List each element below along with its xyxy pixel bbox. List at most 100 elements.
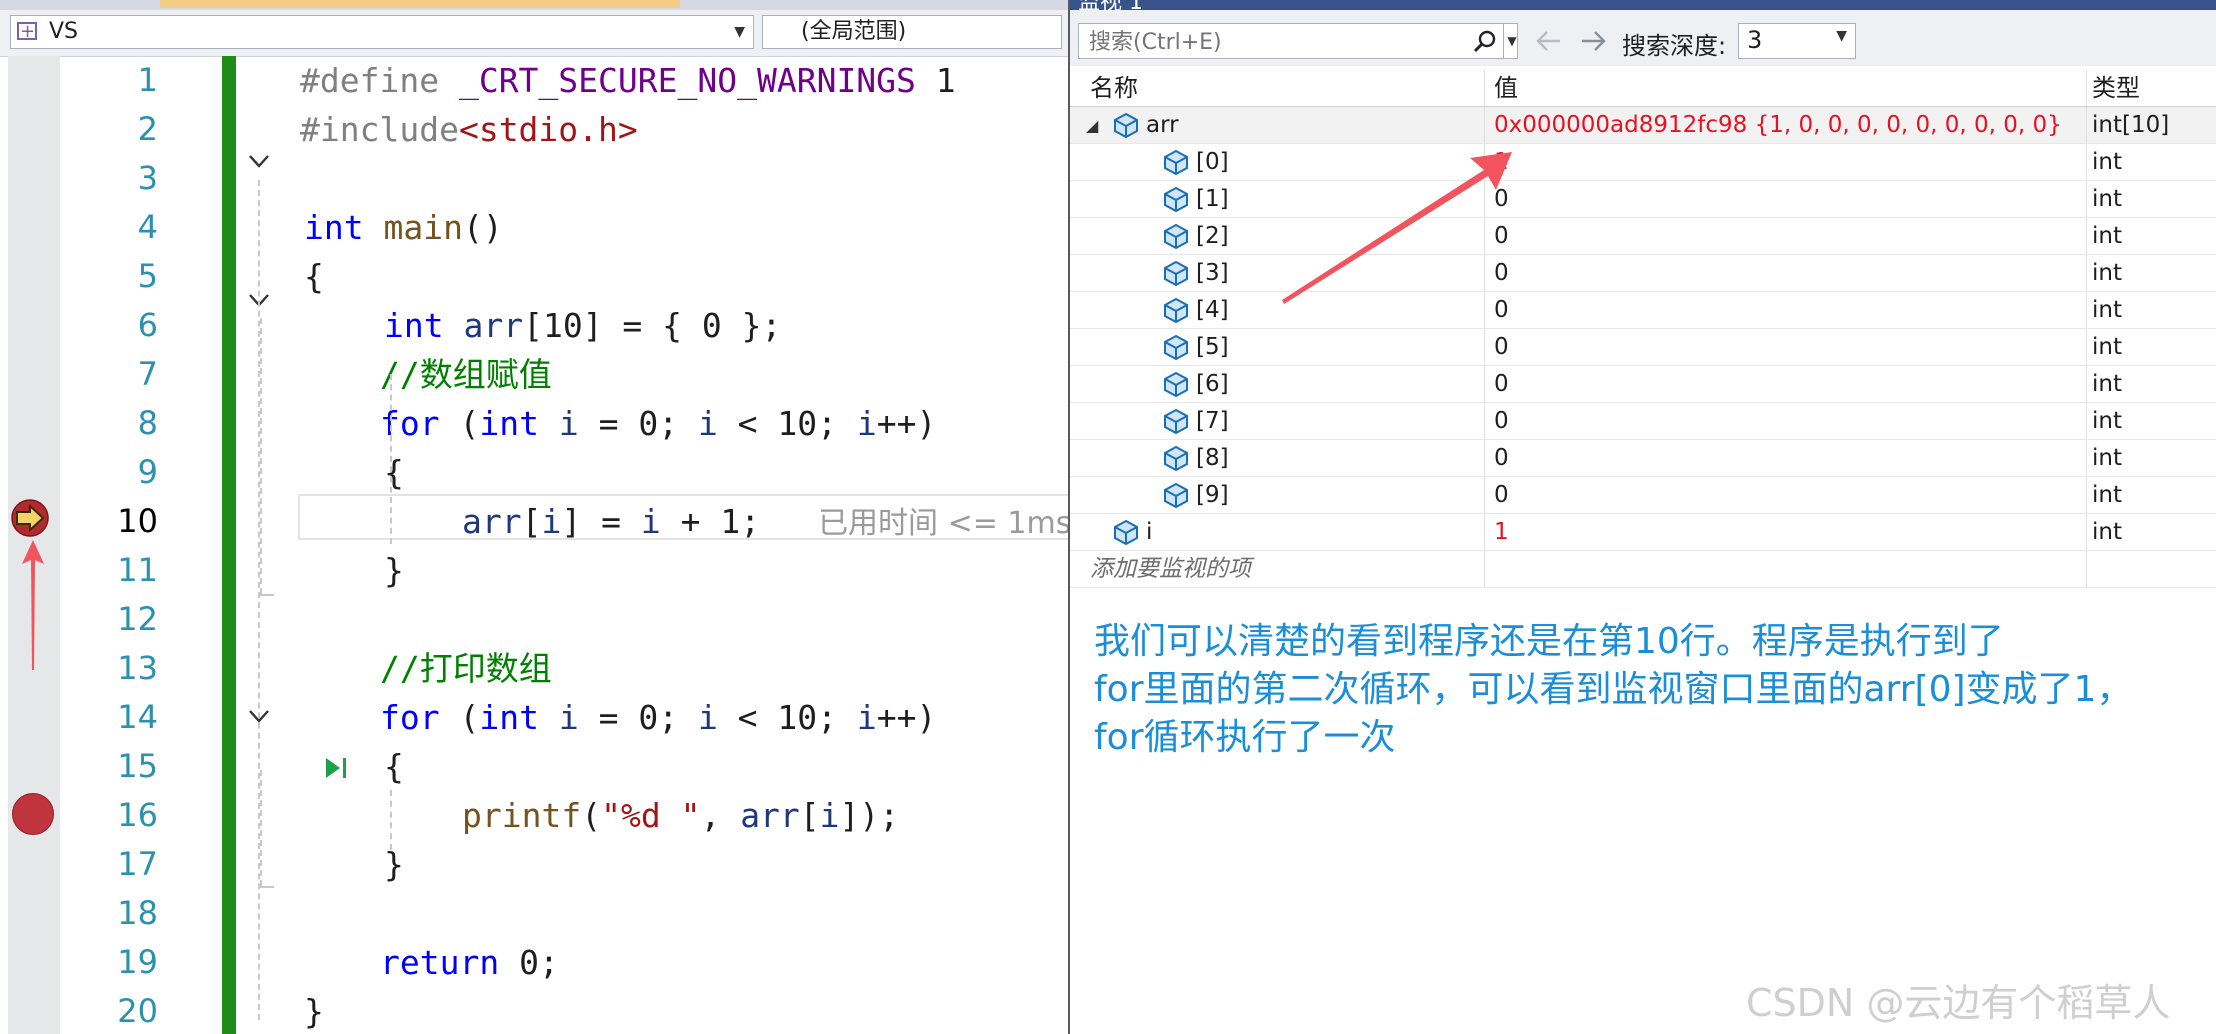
watch-row[interactable]: i 1 int [1070, 514, 2216, 551]
code-token: arr [443, 306, 524, 345]
watch-row-type: int [2092, 186, 2122, 212]
search-icon[interactable] [1473, 30, 1497, 54]
chevron-down-icon: ▼ [1836, 28, 1847, 44]
add-watch-placeholder[interactable]: 添加要监视的项 [1090, 551, 1251, 588]
watch-window: 监视 1 ▼ 搜索深度: 3 ▼ 名称 值 类型 ◢arr0x000000a [1068, 0, 2216, 1034]
code-line[interactable]: } [384, 546, 404, 595]
collapse-triangle-icon[interactable]: ◢ [1086, 107, 1098, 144]
code-line[interactable]: for (int i = 0; i < 10; i++) [380, 693, 936, 742]
column-divider [1484, 440, 1485, 476]
watch-row-value[interactable]: 0 [1494, 292, 2084, 329]
watch-row[interactable]: ◢ arr 0x000000ad8912fc98 {1, 0, 0, 0, 0, 0… [1070, 107, 2216, 144]
code-line[interactable]: //数组赋值 [380, 350, 552, 399]
line-number: 13 [117, 649, 158, 687]
watch-object-icon [1162, 186, 1190, 213]
code-editor: VS ▼ (全局范围) 1234567891011121314151617181… [0, 0, 1068, 1034]
line-number: 17 [117, 845, 158, 883]
column-header-name[interactable]: 名称 [1070, 70, 1504, 107]
code-token: ] = [561, 502, 641, 541]
watch-row-value[interactable]: 0 [1494, 181, 2084, 218]
arrow-left-icon[interactable] [1532, 24, 1566, 58]
search-options-dropdown[interactable]: ▼ [1503, 24, 1520, 58]
fold-toggle-main[interactable] [244, 146, 274, 176]
column-header-type[interactable]: 类型 [2092, 70, 2216, 107]
change-tracking-bar [222, 56, 236, 1034]
code-token: { [384, 453, 404, 492]
code-token: printf [462, 796, 582, 835]
watch-row-value[interactable]: 0 [1494, 329, 2084, 366]
column-divider [2086, 329, 2087, 365]
watch-row[interactable]: [3] 0 int [1070, 255, 2216, 292]
code-token: for [380, 698, 440, 737]
watch-row-value[interactable]: 1 [1494, 514, 2084, 551]
code-line[interactable]: for (int i = 0; i < 10; i++) [380, 399, 936, 448]
watch-row[interactable]: [0] 1 int [1070, 144, 2216, 181]
perf-tip[interactable]: 已用时间 <= 1ms [818, 506, 1068, 541]
column-divider[interactable] [2086, 70, 2087, 106]
add-watch-row[interactable]: 添加要监视的项 [1070, 551, 2216, 588]
column-header-value[interactable]: 值 [1494, 70, 2084, 107]
watch-row[interactable]: [1] 0 int [1070, 181, 2216, 218]
code-line[interactable]: #define _CRT_SECURE_NO_WARNINGS 1 [300, 56, 956, 105]
search-box[interactable]: ▼ [1078, 23, 1518, 59]
column-divider [2086, 403, 2087, 439]
code-line[interactable]: } [384, 840, 404, 889]
column-divider [2086, 292, 2087, 328]
scope-dropdown[interactable]: (全局范围) [762, 15, 1062, 49]
code-line[interactable]: printf("%d ", arr[i]); [462, 791, 899, 840]
watch-row-type: int [2092, 149, 2122, 175]
watch-row[interactable]: [8] 0 int [1070, 440, 2216, 477]
watch-row[interactable]: [2] 0 int [1070, 218, 2216, 255]
line-number: 10 [117, 502, 158, 540]
project-dropdown[interactable]: VS ▼ [10, 15, 754, 49]
code-token: { [384, 747, 404, 786]
watch-row[interactable]: [5] 0 int [1070, 329, 2216, 366]
code-line[interactable]: return 0; [380, 938, 559, 987]
code-line[interactable]: #include<stdio.h> [300, 105, 638, 154]
watch-row-type: int [2092, 519, 2122, 545]
watch-row-value[interactable]: 0 [1494, 255, 2084, 292]
search-input[interactable] [1087, 26, 1451, 58]
code-line[interactable]: arr[i] = i + 1; 已用时间 <= 1ms [462, 497, 1068, 546]
watch-row[interactable]: [4] 0 int [1070, 292, 2216, 329]
code-line[interactable]: { [304, 252, 324, 301]
watch-row-value[interactable]: 1 [1494, 144, 2084, 181]
code-token: int [479, 404, 539, 443]
code-token: } [384, 551, 404, 590]
watch-row[interactable]: [6] 0 int [1070, 366, 2216, 403]
watch-row[interactable]: [7] 0 int [1070, 403, 2216, 440]
code-line[interactable]: //打印数组 [380, 644, 552, 693]
arrow-right-icon[interactable] [1576, 24, 1610, 58]
indent-guide-2 [390, 790, 392, 850]
code-line[interactable]: { [384, 448, 404, 497]
watch-row[interactable]: [9] 0 int [1070, 477, 2216, 514]
code-line[interactable]: int arr[10] = { 0 }; [384, 301, 781, 350]
watch-row-value[interactable]: 0x000000ad8912fc98 {1, 0, 0, 0, 0, 0, 0,… [1494, 107, 2084, 144]
watch-row-value[interactable]: 0 [1494, 403, 2084, 440]
line-number: 4 [137, 208, 158, 246]
code-token: "%d " [601, 796, 701, 835]
watch-row-type: int [2092, 408, 2122, 434]
column-divider [2086, 477, 2087, 513]
column-divider [2086, 107, 2087, 143]
line-number: 11 [117, 551, 158, 589]
watch-row-value[interactable]: 0 [1494, 218, 2084, 255]
watch-object-icon [1162, 223, 1190, 250]
annotation-text: 我们可以清楚的看到程序还是在第10行。程序是执行到了 for里面的第二次循环，可… [1094, 618, 2194, 762]
watch-row-value[interactable]: 0 [1494, 366, 2084, 403]
code-line[interactable]: } [304, 987, 324, 1034]
watch-row-value[interactable]: 0 [1494, 477, 2084, 514]
code-token: <stdio.h> [458, 110, 638, 149]
line-number: 9 [137, 453, 158, 491]
search-depth-dropdown[interactable]: 3 ▼ [1738, 23, 1856, 59]
run-to-click-icon[interactable] [322, 752, 354, 784]
code-token: _CRT_SECURE_NO_WARNINGS [458, 61, 916, 100]
breakpoint-icon[interactable] [12, 793, 54, 835]
code-token: [10] = { 0 }; [523, 306, 782, 345]
current-statement-arrow-icon[interactable] [10, 498, 50, 538]
code-token: int [304, 208, 364, 247]
column-divider[interactable] [1484, 70, 1485, 106]
code-line[interactable]: int main() [304, 203, 503, 252]
watch-row-value[interactable]: 0 [1494, 440, 2084, 477]
code-line[interactable]: { [384, 742, 404, 791]
